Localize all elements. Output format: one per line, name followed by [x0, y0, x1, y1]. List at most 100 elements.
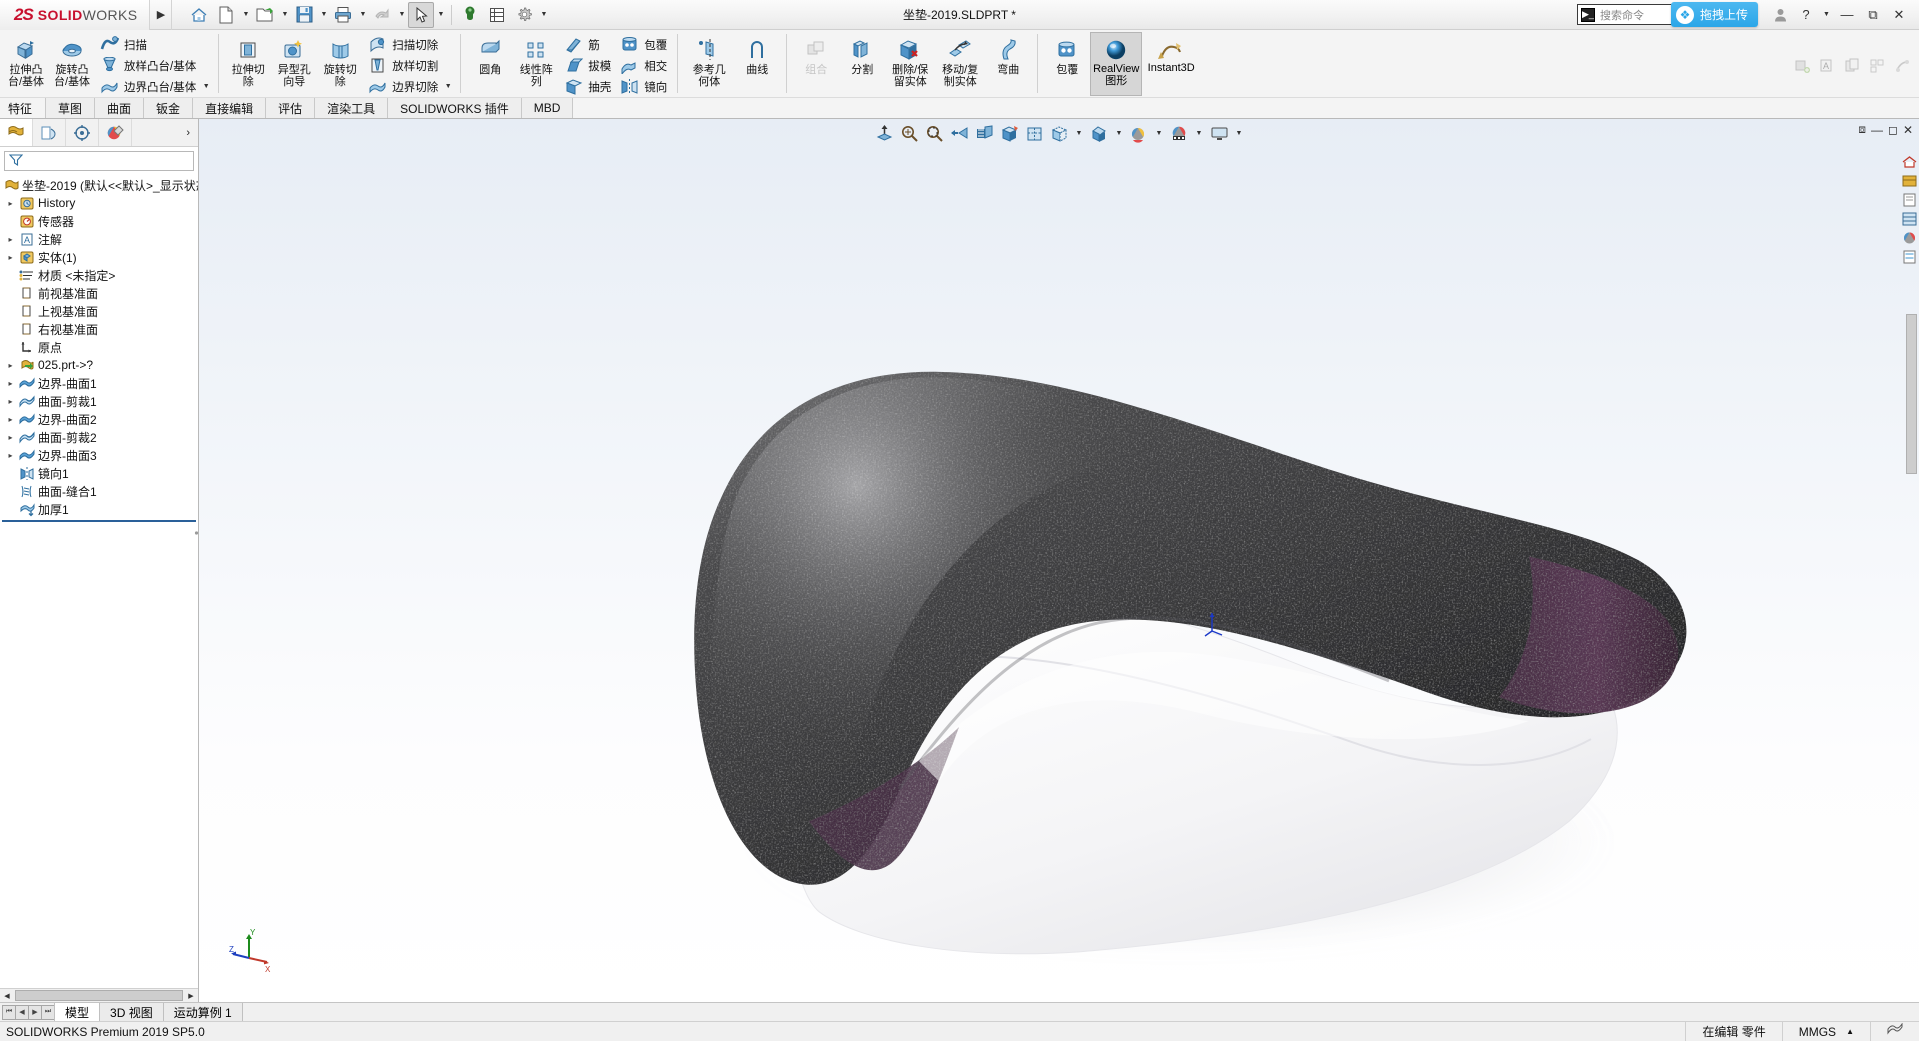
tree-node-trim-surface-1[interactable]: ▸ 曲面-剪裁1: [0, 392, 198, 410]
tab-nav-last-icon[interactable]: ⏭: [41, 1004, 55, 1020]
tab-mbd[interactable]: MBD: [520, 98, 574, 118]
tree-node-solid-bodies[interactable]: ▸ 实体(1): [0, 248, 198, 266]
custom-properties-icon[interactable]: [1900, 248, 1918, 265]
new-document-icon[interactable]: [213, 2, 239, 28]
configuration-manager-tab[interactable]: [66, 119, 99, 146]
minimize-doc-icon[interactable]: —: [1871, 123, 1883, 137]
tab-solidworks-addins[interactable]: SOLIDWORKS 插件: [387, 98, 522, 118]
tab-sheetmetal[interactable]: 钣金: [143, 98, 194, 118]
close-doc-icon[interactable]: ✕: [1903, 123, 1913, 137]
ribbon-shell-button[interactable]: 抽壳: [559, 76, 615, 97]
edit-appearance-icon[interactable]: [1089, 123, 1110, 144]
display-style-box-icon[interactable]: [1024, 123, 1045, 144]
gear-icon[interactable]: [511, 2, 537, 28]
ribbon-curves-button[interactable]: 曲线: [734, 32, 780, 76]
ribbon-extruded-boss-button[interactable]: 拉伸凸 台/基体: [3, 32, 49, 88]
search-input[interactable]: 搜索命令: [1600, 7, 1644, 23]
rebuild-icon[interactable]: [457, 2, 483, 28]
ribbon-draft-button[interactable]: 拔模: [559, 55, 615, 76]
feature-tree-hscrollbar[interactable]: ◀ ▶: [0, 988, 198, 1002]
ribbon-intersect-button[interactable]: 相交: [615, 55, 671, 76]
select-caret-icon[interactable]: ▼: [435, 2, 446, 28]
tab-nav-next-icon[interactable]: ▶: [28, 1004, 42, 1020]
zoom-to-fit-icon[interactable]: [874, 123, 895, 144]
scene-caret-icon[interactable]: ▼: [1154, 123, 1165, 144]
rollback-bar[interactable]: [2, 520, 196, 522]
boundary-cut-caret-icon[interactable]: ▼: [442, 83, 454, 90]
tree-node-imported-part[interactable]: ▸ 025.prt->?: [0, 356, 198, 374]
tab-features[interactable]: 特征: [0, 98, 46, 118]
tree-node-trim-surface-2[interactable]: ▸ 曲面-剪裁2: [0, 428, 198, 446]
save-caret-icon[interactable]: ▼: [318, 2, 329, 28]
open-folder-icon[interactable]: [252, 2, 278, 28]
tab-surfaces[interactable]: 曲面: [94, 98, 145, 118]
undo-caret-icon[interactable]: ▼: [396, 2, 407, 28]
ribbon-boundary-cut-button[interactable]: 边界切除: [363, 76, 442, 97]
graphics-vertical-scrollbar[interactable]: [1906, 314, 1917, 474]
ribbon-flex-button[interactable]: 弯曲: [985, 32, 1031, 76]
menu-expand-arrow-icon[interactable]: ▶: [150, 0, 173, 30]
solid-bodies-expander[interactable]: ▸: [4, 253, 17, 262]
status-units[interactable]: MMGS ▲: [1781, 1021, 1870, 1041]
ribbon-lofted-cut-button[interactable]: 放样切割: [363, 55, 442, 76]
gear-caret-icon[interactable]: ▼: [538, 2, 549, 28]
tab-nav-first-icon[interactable]: ⏮: [2, 1004, 16, 1020]
previous-view-icon[interactable]: [949, 123, 970, 144]
view-settings-icon[interactable]: [1169, 123, 1190, 144]
tree-node-top-plane[interactable]: 上视基准面: [0, 302, 198, 320]
status-overlay[interactable]: [1870, 1021, 1919, 1041]
boundary-surface-3-expander[interactable]: ▸: [4, 451, 17, 460]
graphics-area[interactable]: ▼ ▼ ▼ ▼ ▼ ⧈ — ◻ ✕ Y X Z: [199, 119, 1919, 1002]
boundary-surface-2-expander[interactable]: ▸: [4, 415, 17, 424]
ribbon-instant3d-button[interactable]: Instant3D: [1142, 32, 1200, 78]
ribbon-combine-button[interactable]: 组合: [793, 32, 839, 76]
bottom-tab-motion-study[interactable]: 运动算例 1: [162, 1003, 243, 1021]
tab-render-tools[interactable]: 渲染工具: [314, 98, 389, 118]
minimize-button[interactable]: —: [1835, 4, 1859, 26]
new-document-caret-icon[interactable]: ▼: [240, 2, 251, 28]
pattern-icon[interactable]: [1866, 56, 1888, 76]
feature-tree-tab[interactable]: [0, 119, 33, 146]
property-manager-tab[interactable]: [33, 119, 66, 146]
monitor-caret-icon[interactable]: ▼: [1234, 123, 1245, 144]
apply-scene-icon[interactable]: [1129, 123, 1150, 144]
tree-node-boundary-surface-2[interactable]: ▸ 边界-曲面2: [0, 410, 198, 428]
tree-node-thicken-1[interactable]: 加厚1: [0, 500, 198, 518]
copy-icon[interactable]: [1841, 56, 1863, 76]
ribbon-rib-button[interactable]: 筋: [559, 34, 615, 55]
tab-direct-editing[interactable]: 直接编辑: [192, 98, 267, 118]
tree-node-root[interactable]: 坐垫-2019 (默认<<默认>_显示状态 1>: [0, 176, 198, 194]
view-orientation-icon[interactable]: [999, 123, 1020, 144]
tree-node-mirror-1[interactable]: 镜向1: [0, 464, 198, 482]
home-icon[interactable]: [186, 2, 212, 28]
zoom-in-out-icon[interactable]: [924, 123, 945, 144]
annotate-icon[interactable]: A: [1816, 56, 1838, 76]
select-arrow-icon[interactable]: [408, 1, 435, 28]
model-3d-view[interactable]: [199, 119, 1919, 1002]
tree-node-boundary-surface-1[interactable]: ▸ 边界-曲面1: [0, 374, 198, 392]
annotations-expander[interactable]: ▸: [4, 235, 17, 244]
ribbon-linear-pattern-button[interactable]: 线性阵 列: [513, 32, 559, 88]
restore-doc-icon[interactable]: ⧈: [1858, 122, 1866, 137]
ribbon-move-copy-body-button[interactable]: 移动/复 制实体: [935, 32, 985, 88]
insert-component-icon[interactable]: [1791, 56, 1813, 76]
tree-node-history[interactable]: ▸ History: [0, 194, 198, 212]
tree-node-knit-surface-1[interactable]: 曲面-缝合1: [0, 482, 198, 500]
design-library-icon[interactable]: [1900, 172, 1918, 189]
trim-surface-1-expander[interactable]: ▸: [4, 397, 17, 406]
home-view-icon[interactable]: [1900, 153, 1918, 170]
view-settings-caret-icon[interactable]: ▼: [1194, 123, 1205, 144]
tree-node-right-plane[interactable]: 右视基准面: [0, 320, 198, 338]
tree-node-boundary-surface-3[interactable]: ▸ 边界-曲面3: [0, 446, 198, 464]
save-icon[interactable]: [291, 2, 317, 28]
hide-show-items-icon[interactable]: [1049, 123, 1070, 144]
ribbon-swept-cut-button[interactable]: 扫描切除: [363, 34, 442, 55]
imported-part-expander[interactable]: ▸: [4, 361, 17, 370]
ribbon-extruded-cut-button[interactable]: 拉伸切 除: [225, 32, 271, 88]
appearances-scenes-icon[interactable]: [1900, 229, 1918, 246]
ribbon-boundary-boss-button[interactable]: 边界凸台/基体: [95, 76, 200, 97]
boundary-surface-1-expander[interactable]: ▸: [4, 379, 17, 388]
ribbon-split-button[interactable]: 分割: [839, 32, 885, 76]
appearance-caret-icon[interactable]: ▼: [1114, 123, 1125, 144]
open-caret-icon[interactable]: ▼: [279, 2, 290, 28]
